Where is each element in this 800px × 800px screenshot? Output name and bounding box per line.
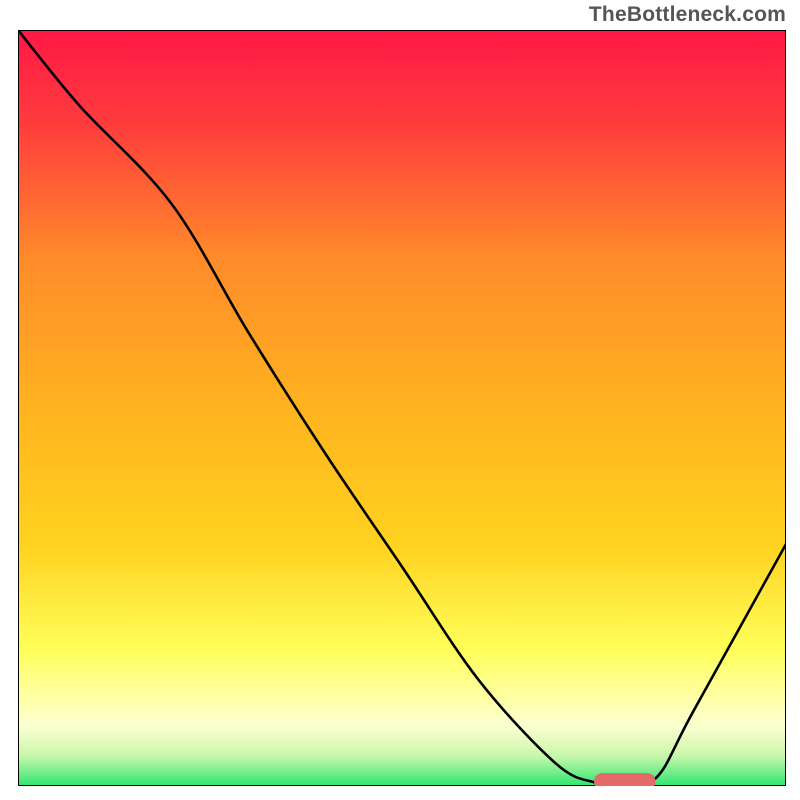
watermark-text: TheBottleneck.com bbox=[589, 3, 786, 27]
chart-overlay bbox=[18, 30, 786, 786]
highlight-marker bbox=[594, 773, 655, 786]
plot-area bbox=[18, 30, 786, 786]
bottleneck-curve bbox=[18, 30, 786, 785]
chart-container: TheBottleneck.com bbox=[0, 0, 800, 800]
plot-frame bbox=[19, 31, 786, 786]
